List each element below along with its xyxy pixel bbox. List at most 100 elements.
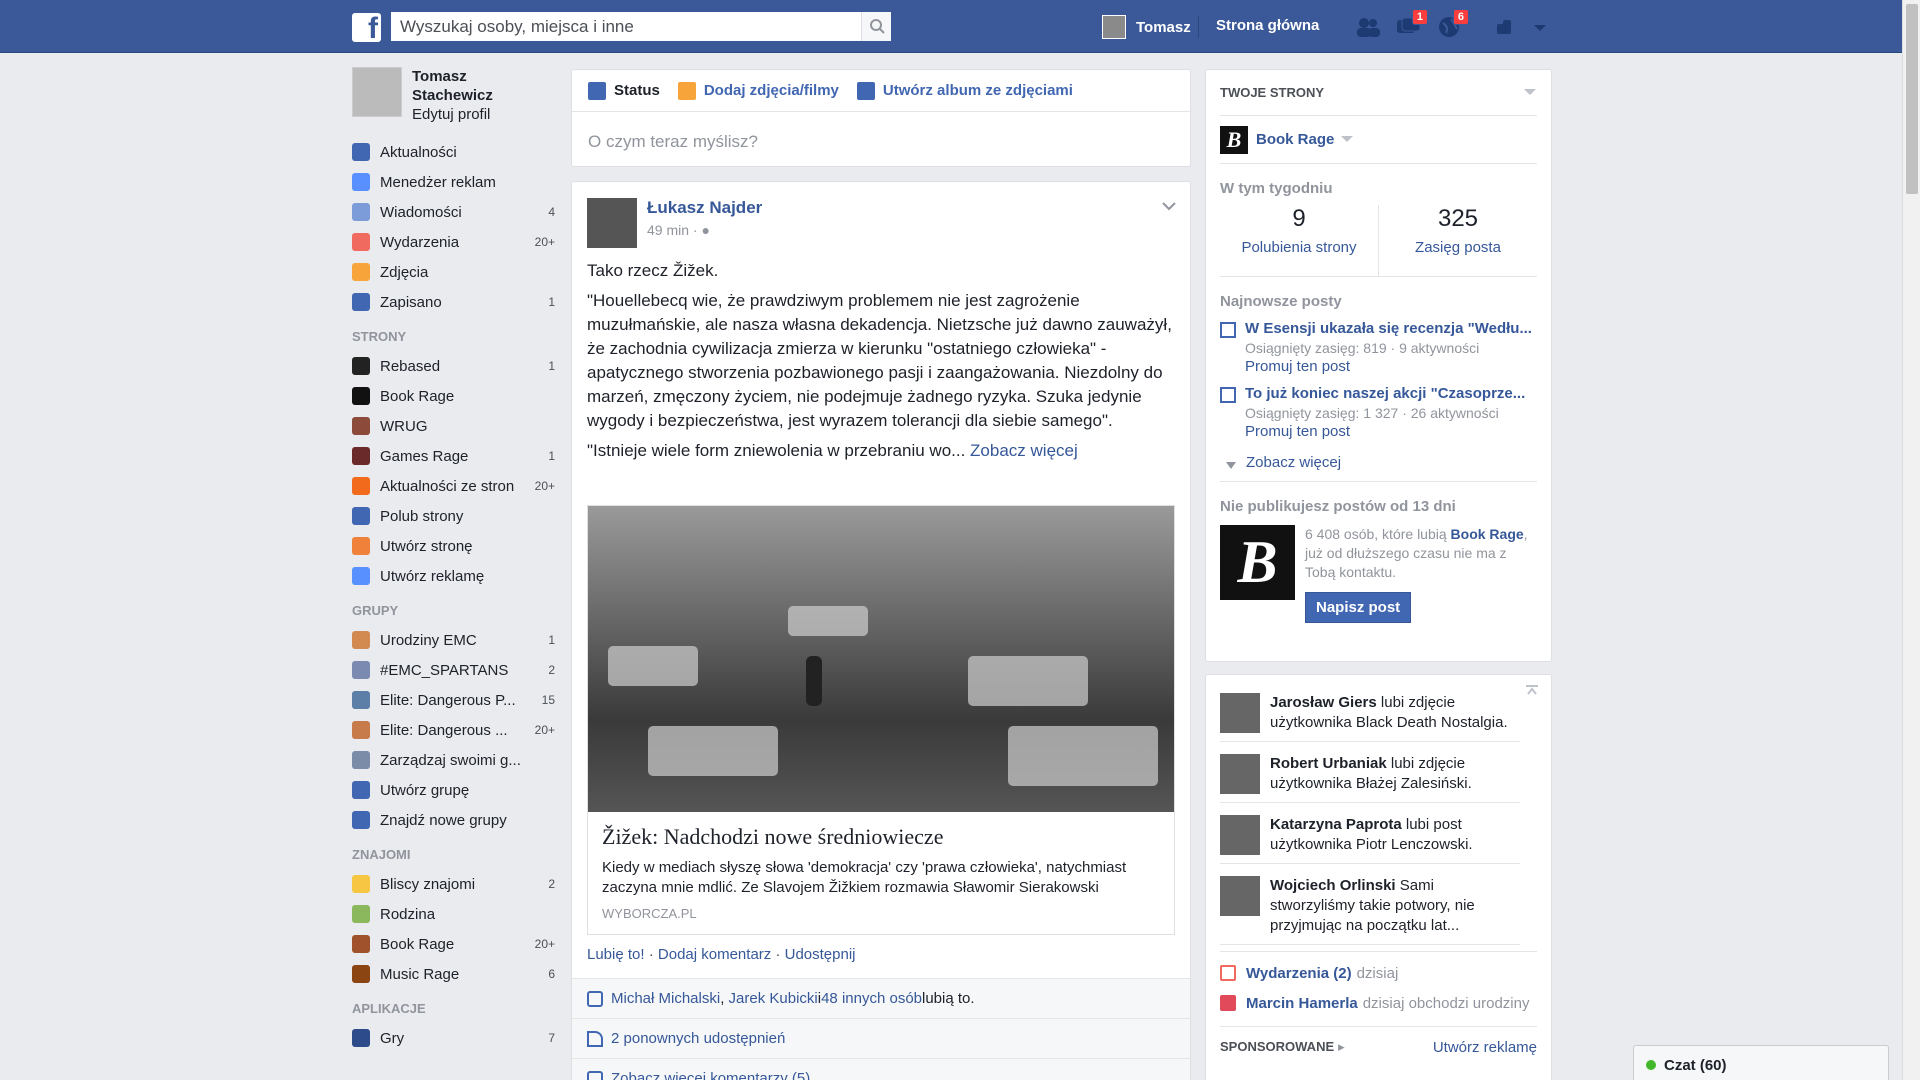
- sidebar-group-item[interactable]: Urodziny EMC 1: [352, 625, 555, 655]
- birthday-row[interactable]: Marcin Hamerla dzisiaj obchodzi urodziny: [1220, 988, 1537, 1018]
- sidebar-page-item[interactable]: Polub strony: [352, 501, 555, 531]
- sidebar-item[interactable]: Zdjęcia: [352, 257, 555, 287]
- recent-post-title[interactable]: W Esensji ukazała się recenzja "Wedłu...: [1245, 320, 1537, 337]
- ticker-person-name[interactable]: Jarosław Giers: [1270, 694, 1377, 711]
- post-reach-stat[interactable]: 325 Zasięg posta: [1379, 205, 1537, 276]
- search-button[interactable]: [861, 12, 891, 41]
- profile-picture[interactable]: [352, 67, 402, 117]
- like-button[interactable]: Lubię to!: [587, 946, 645, 963]
- sidebar-friendlist-item[interactable]: Bliscy znajomi 2: [352, 869, 555, 899]
- sidebar-group-item[interactable]: Znajdź nowe grupy: [352, 805, 555, 835]
- promote-post-link[interactable]: Promuj ten post: [1245, 358, 1537, 375]
- section-header-groups[interactable]: GRUPY: [352, 603, 555, 621]
- home-link[interactable]: Strona główna: [1216, 17, 1319, 34]
- profile-name-first[interactable]: Tomasz: [412, 67, 493, 86]
- ticker-avatar[interactable]: [1220, 693, 1260, 733]
- friend-requests-icon[interactable]: [1355, 15, 1381, 39]
- chat-bar[interactable]: Czat (60): [1633, 1045, 1889, 1080]
- section-header-friends[interactable]: ZNAJOMI: [352, 847, 555, 865]
- sidebar-group-item[interactable]: Zarządzaj swoimi g...: [352, 745, 555, 775]
- share-button[interactable]: Udostępnij: [785, 946, 856, 963]
- recent-post-title[interactable]: To już koniec naszej akcji "Czasoprze...: [1245, 385, 1537, 402]
- tab-add-photos[interactable]: Dodaj zdjęcia/filmy: [677, 81, 839, 100]
- sidebar-group-item[interactable]: Elite: Dangerous ... 20+: [352, 715, 555, 745]
- facebook-logo-icon[interactable]: f: [352, 13, 381, 42]
- sidebar-page-item[interactable]: WRUG: [352, 411, 555, 441]
- events-row[interactable]: Wydarzenia (2) dzisiaj: [1220, 958, 1537, 988]
- page-selector[interactable]: B Book Rage: [1220, 116, 1537, 164]
- tab-create-album[interactable]: Utwórz album ze zdjęciami: [856, 81, 1073, 100]
- author-name[interactable]: Łukasz Najder: [647, 198, 762, 218]
- ticker-story[interactable]: Katarzyna Paprota lubi post użytkownika …: [1220, 803, 1520, 864]
- search-input[interactable]: [391, 12, 851, 41]
- chevron-down-icon[interactable]: [1340, 131, 1354, 148]
- section-header-apps[interactable]: APLIKACJE: [352, 1001, 555, 1019]
- ticker-story[interactable]: Wojciech Orlinski Sami stworzyliśmy taki…: [1220, 864, 1520, 945]
- sidebar-group-item[interactable]: #EMC_SPARTANS 2: [352, 655, 555, 685]
- sidebar-page-item[interactable]: Utwórz reklamę: [352, 561, 555, 591]
- tab-status[interactable]: Status: [588, 81, 660, 100]
- sidebar-app-item[interactable]: Gry 7: [352, 1023, 555, 1053]
- profile-name-last[interactable]: Stachewicz: [412, 86, 493, 105]
- edit-profile-link[interactable]: Edytuj profil: [412, 105, 493, 124]
- shares-summary[interactable]: 2 ponownych udostępnień: [572, 1019, 1190, 1059]
- see-more-link[interactable]: Zobacz więcej: [970, 441, 1078, 460]
- ticker-avatar[interactable]: [1220, 815, 1260, 855]
- sidebar-group-item[interactable]: Elite: Dangerous P... 15: [352, 685, 555, 715]
- shares-link[interactable]: 2 ponownych udostępnień: [611, 1030, 785, 1047]
- privacy-shortcuts-icon[interactable]: [1494, 15, 1520, 39]
- liker-link[interactable]: Michał Michalski: [611, 990, 720, 1007]
- liker-link[interactable]: Jarek Kubicki: [729, 990, 818, 1007]
- ticker-story[interactable]: Jarosław Giers lubi zdjęcie użytkownika …: [1220, 681, 1520, 742]
- author-avatar[interactable]: [587, 198, 637, 248]
- ticker-avatar[interactable]: [1220, 876, 1260, 916]
- messages-icon[interactable]: 1: [1396, 9, 1428, 39]
- link-preview-image[interactable]: [588, 506, 1174, 812]
- status-input[interactable]: O czym teraz myślisz?: [572, 112, 1190, 172]
- book-rage-large-logo-icon[interactable]: B: [1220, 525, 1295, 600]
- profile-summary[interactable]: Tomasz Stachewicz Edytuj profil: [352, 67, 555, 127]
- sidebar-page-item[interactable]: Games Rage 1: [352, 441, 555, 471]
- sidebar-page-item[interactable]: Utwórz stronę: [352, 531, 555, 561]
- ticker-story[interactable]: Robert Urbaniak lubi zdjęcie użytkownika…: [1220, 742, 1520, 803]
- post-options-chevron-down-icon[interactable]: [1162, 198, 1176, 216]
- more-comments-link[interactable]: Zobacz więcej komentarzy (5): [611, 1070, 810, 1080]
- see-more-posts[interactable]: Zobacz więcej: [1220, 454, 1537, 482]
- sidebar-friendlist-item[interactable]: Book Rage 20+: [352, 929, 555, 959]
- link-preview[interactable]: Žižek: Nadchodzi nowe średniowiecze Kied…: [587, 505, 1175, 935]
- comment-button[interactable]: Dodaj komentarz: [658, 946, 771, 963]
- page-likes-stat[interactable]: 9 Polubienia strony: [1220, 205, 1379, 276]
- sidebar-item[interactable]: Wiadomości 4: [352, 197, 555, 227]
- promote-post-link[interactable]: Promuj ten post: [1245, 423, 1537, 440]
- scrollbar-thumb[interactable]: [1906, 4, 1918, 194]
- topbar-profile-link[interactable]: Tomasz: [1102, 14, 1191, 40]
- sidebar-friendlist-item[interactable]: Music Rage 6: [352, 959, 555, 989]
- page-scrollbar[interactable]: [1902, 0, 1920, 1080]
- more-comments[interactable]: Zobacz więcej komentarzy (5): [572, 1059, 1190, 1080]
- sidebar-group-item[interactable]: Utwórz grupę: [352, 775, 555, 805]
- ticker-avatar[interactable]: [1220, 754, 1260, 794]
- sidebar-page-item[interactable]: Rebased 1: [352, 351, 555, 381]
- sidebar-page-item[interactable]: Aktualności ze stron 20+: [352, 471, 555, 501]
- ticker-person-name[interactable]: Katarzyna Paprota: [1270, 816, 1402, 833]
- birthday-person-link[interactable]: Marcin Hamerla: [1246, 995, 1358, 1012]
- ticker-person-name[interactable]: Robert Urbaniak: [1270, 755, 1387, 772]
- sidebar-item[interactable]: Wydarzenia 20+: [352, 227, 555, 257]
- sidebar-item[interactable]: Zapisano 1: [352, 287, 555, 317]
- page-likes-label[interactable]: Polubienia strony: [1220, 239, 1378, 256]
- sidebar-friendlist-item[interactable]: Rodzina: [352, 899, 555, 929]
- create-ad-link[interactable]: Utwórz reklamę: [1433, 1039, 1537, 1056]
- link-description[interactable]: Kiedy w mediach słyszę słowa 'demokracja…: [588, 850, 1174, 898]
- post-time[interactable]: 49 min · ●: [647, 222, 762, 238]
- post-reach-label[interactable]: Zasięg posta: [1379, 239, 1537, 256]
- page-name[interactable]: Book Rage: [1256, 131, 1334, 148]
- sidebar-item[interactable]: Aktualności: [352, 137, 555, 167]
- events-link[interactable]: Wydarzenia (2): [1246, 965, 1352, 982]
- sidebar-item[interactable]: Menedżer reklam: [352, 167, 555, 197]
- chevron-down-icon[interactable]: [1523, 85, 1537, 100]
- ticker-person-name[interactable]: Wojciech Orlinski: [1270, 877, 1396, 894]
- link-title[interactable]: Žižek: Nadchodzi nowe średniowiecze: [588, 812, 1174, 850]
- account-menu-chevron-down-icon[interactable]: [1530, 15, 1556, 39]
- notifications-globe-icon[interactable]: 6: [1437, 9, 1469, 39]
- sidebar-page-item[interactable]: Book Rage: [352, 381, 555, 411]
